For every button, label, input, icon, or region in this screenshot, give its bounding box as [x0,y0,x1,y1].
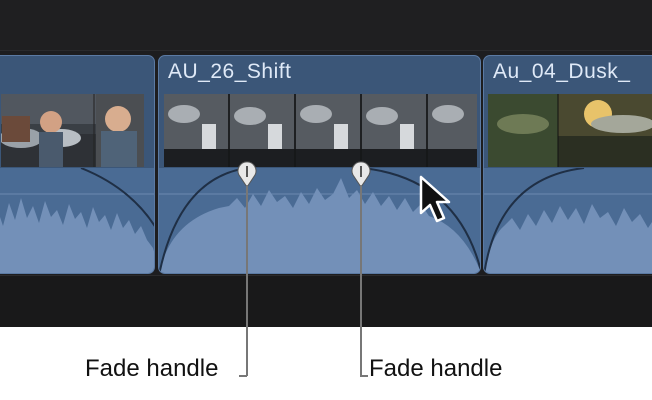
clip-au-26-shift-title: AU_26_Shift [168,60,292,83]
clip-left[interactable] [0,55,155,274]
clip-au-04-dusk-filmstrip [488,94,652,167]
clip-au-04-dusk-title: Au_04_Dusk_ [493,60,631,83]
callout-tick [239,375,247,377]
mouse-pointer-icon [419,175,451,223]
callout-line [246,185,248,376]
clip-au-26-shift[interactable]: AU_26_Shift [158,55,481,274]
clip-au-04-dusk[interactable]: Au_04_Dusk_ [483,55,652,274]
clip-au-04-dusk-audio [484,167,652,273]
callout-tick [360,375,368,377]
timeline-ruler [0,0,652,51]
clip-au-04-dusk-waveform [484,167,652,273]
clip-au-26-shift-filmstrip [164,94,477,167]
callout-label-fade-handle-left: Fade handle [85,355,219,382]
callout-label-fade-handle-right: Fade handle [369,355,503,382]
clip-left-waveform [0,167,154,273]
clip-left-audio [0,167,154,273]
timeline: AU_26_Shift Au_04_Dusk_ [0,0,652,327]
clip-left-filmstrip [1,94,144,167]
empty-lane [0,275,652,327]
callout-line [360,185,362,376]
